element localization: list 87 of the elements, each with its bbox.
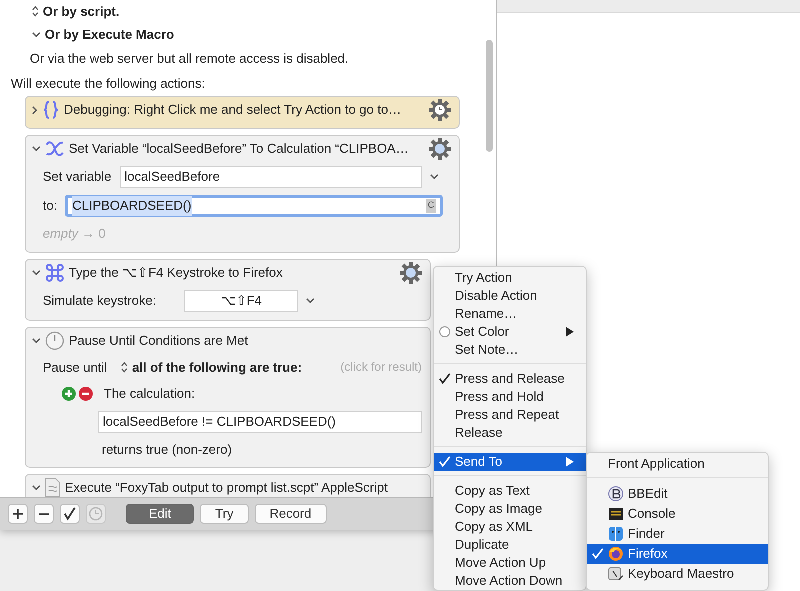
menu-item[interactable]: Finder [587,524,768,544]
field-label: Set variable [43,168,112,186]
console-icon [608,506,624,522]
action-title: Pause Until Conditions are Met [69,332,248,350]
disclosure-chevron-icon[interactable] [32,338,41,344]
menu-item[interactable]: Keyboard Maestro [587,564,768,584]
trigger-label[interactable]: Or by Execute Macro [45,24,174,44]
toolbar-button[interactable]: Try [200,504,249,524]
stepper-icon[interactable] [121,362,128,373]
menu-item[interactable]: Press and Hold [434,388,586,406]
add-condition-icon[interactable] [62,386,76,401]
menu-item[interactable]: Send To [434,453,586,471]
remove-condition-icon[interactable] [79,386,93,401]
finder-icon [608,526,624,542]
gear-icon[interactable] [429,138,451,160]
dropdown-chevron-icon[interactable] [430,174,439,180]
actions-heading: Will execute the following actions: [11,74,206,93]
action-title: Type the ⌥⇧F4 Keystroke to Firefox [69,264,283,282]
trigger-label[interactable]: Or by script. [43,2,120,22]
keyboard-icon [608,566,624,582]
menu-item[interactable]: Copy as Image [434,500,586,518]
variable-field[interactable]: localSeedBefore [120,166,422,188]
action-card[interactable]: Pause Until Conditions are Met Pause until all of the following are true: (click for result) The calculation: localSeedBefore != CLIPBOARDSEED() returns true (non-zero) [25,326,431,468]
menu-item[interactable]: Release [434,424,586,442]
action-card[interactable]: Set Variable “localSeedBefore” To Calculation “CLIPBOA… Set variable localSeedBefore to: CLIPBOARDSEED() C empty → 0 [25,135,460,252]
action-card[interactable]: Debugging: Right Click me and select Try Action to go to… [25,96,460,129]
toolbar-button[interactable]: Edit [126,504,194,524]
clock-icon [88,506,104,522]
variable-icon [45,139,65,159]
calculation-field[interactable]: CLIPBOARDSEED() C [65,195,444,217]
gear-icon[interactable] [400,262,422,284]
script-document-icon [45,478,61,497]
braces-icon [42,100,60,120]
condition-popup[interactable]: all of the following are true: [121,358,302,377]
stepper-icon[interactable] [32,6,39,17]
token-badge[interactable]: C [426,199,436,213]
expression-field[interactable]: localSeedBefore != CLIPBOARDSEED() [98,410,422,432]
returns-text: returns true (non-zero) [102,440,232,459]
dropdown-chevron-icon[interactable] [306,298,316,304]
field-label: Simulate keystroke: [43,292,156,310]
menu-item[interactable]: Try Action [434,269,586,287]
menu-item[interactable]: Set Color [434,323,586,341]
fox-globe-icon [608,546,624,562]
scrollbar[interactable] [486,40,493,152]
action-card[interactable]: Execute “FoxyTab output to prompt list.scpt” AppleScript [25,474,431,497]
add-icon [10,506,26,522]
add-button[interactable] [8,504,28,524]
menu-item[interactable]: Disable Action [434,287,586,305]
menu-item[interactable]: Set Note… [434,341,586,359]
disclosure-chevron-icon[interactable] [32,146,41,152]
action-card[interactable]: Type the ⌥⇧F4 Keystroke to Firefox Simulate keystroke: ⌥⇧F4 [25,258,431,320]
field-label: Pause until [43,358,108,376]
action-title: Set Variable “localSeedBefore” To Calculation “CLIPBOA… [69,140,409,158]
menu-item[interactable]: Move Action Up [434,554,586,572]
action-title: Debugging: Right Click me and select Try Action to go to… [64,101,402,120]
enable-icon [62,506,78,522]
menu-item[interactable]: Move Action Down [434,572,586,590]
menu-item[interactable]: Duplicate [434,536,586,554]
radio-icon [439,326,451,338]
menu-item[interactable]: Console [587,504,768,524]
menu-item[interactable]: Firefox [587,544,768,564]
menu-item[interactable]: Copy as XML [434,518,586,536]
gear-icon[interactable] [429,99,451,121]
menu-item[interactable]: Rename… [434,305,586,323]
enable-button[interactable] [60,504,80,524]
selected-text: CLIPBOARDSEED() [72,196,192,216]
calculation-result: empty → 0 [43,225,106,243]
menu-item[interactable]: Front Application [587,455,768,473]
bbedit-icon [608,486,624,502]
menu-item[interactable]: BBEdit [587,484,768,504]
field-label: to: [43,197,58,216]
menu-item[interactable]: Press and Release [434,370,586,388]
toolbar-button[interactable]: Record [254,504,327,524]
keystroke-field[interactable]: ⌥⇧F4 [184,290,298,312]
menu-item[interactable]: Press and Repeat [434,406,586,424]
disclosure-chevron-icon[interactable] [32,106,38,114]
disclosure-chevron-icon[interactable] [32,270,41,276]
remove-button[interactable] [34,504,54,524]
disclosure-chevron-icon[interactable] [32,485,41,491]
command-key-icon [45,262,65,282]
clock-icon [45,330,65,350]
menu-item[interactable]: Copy as Text [434,482,586,500]
chevron-icon[interactable] [32,32,41,38]
remove-icon [38,512,50,516]
action-title: Execute “FoxyTab output to prompt list.scpt” AppleScript [65,479,388,497]
condition-label: The calculation: [104,385,196,403]
web-server-note: Or via the web server but all remote access is disabled. [30,50,349,68]
